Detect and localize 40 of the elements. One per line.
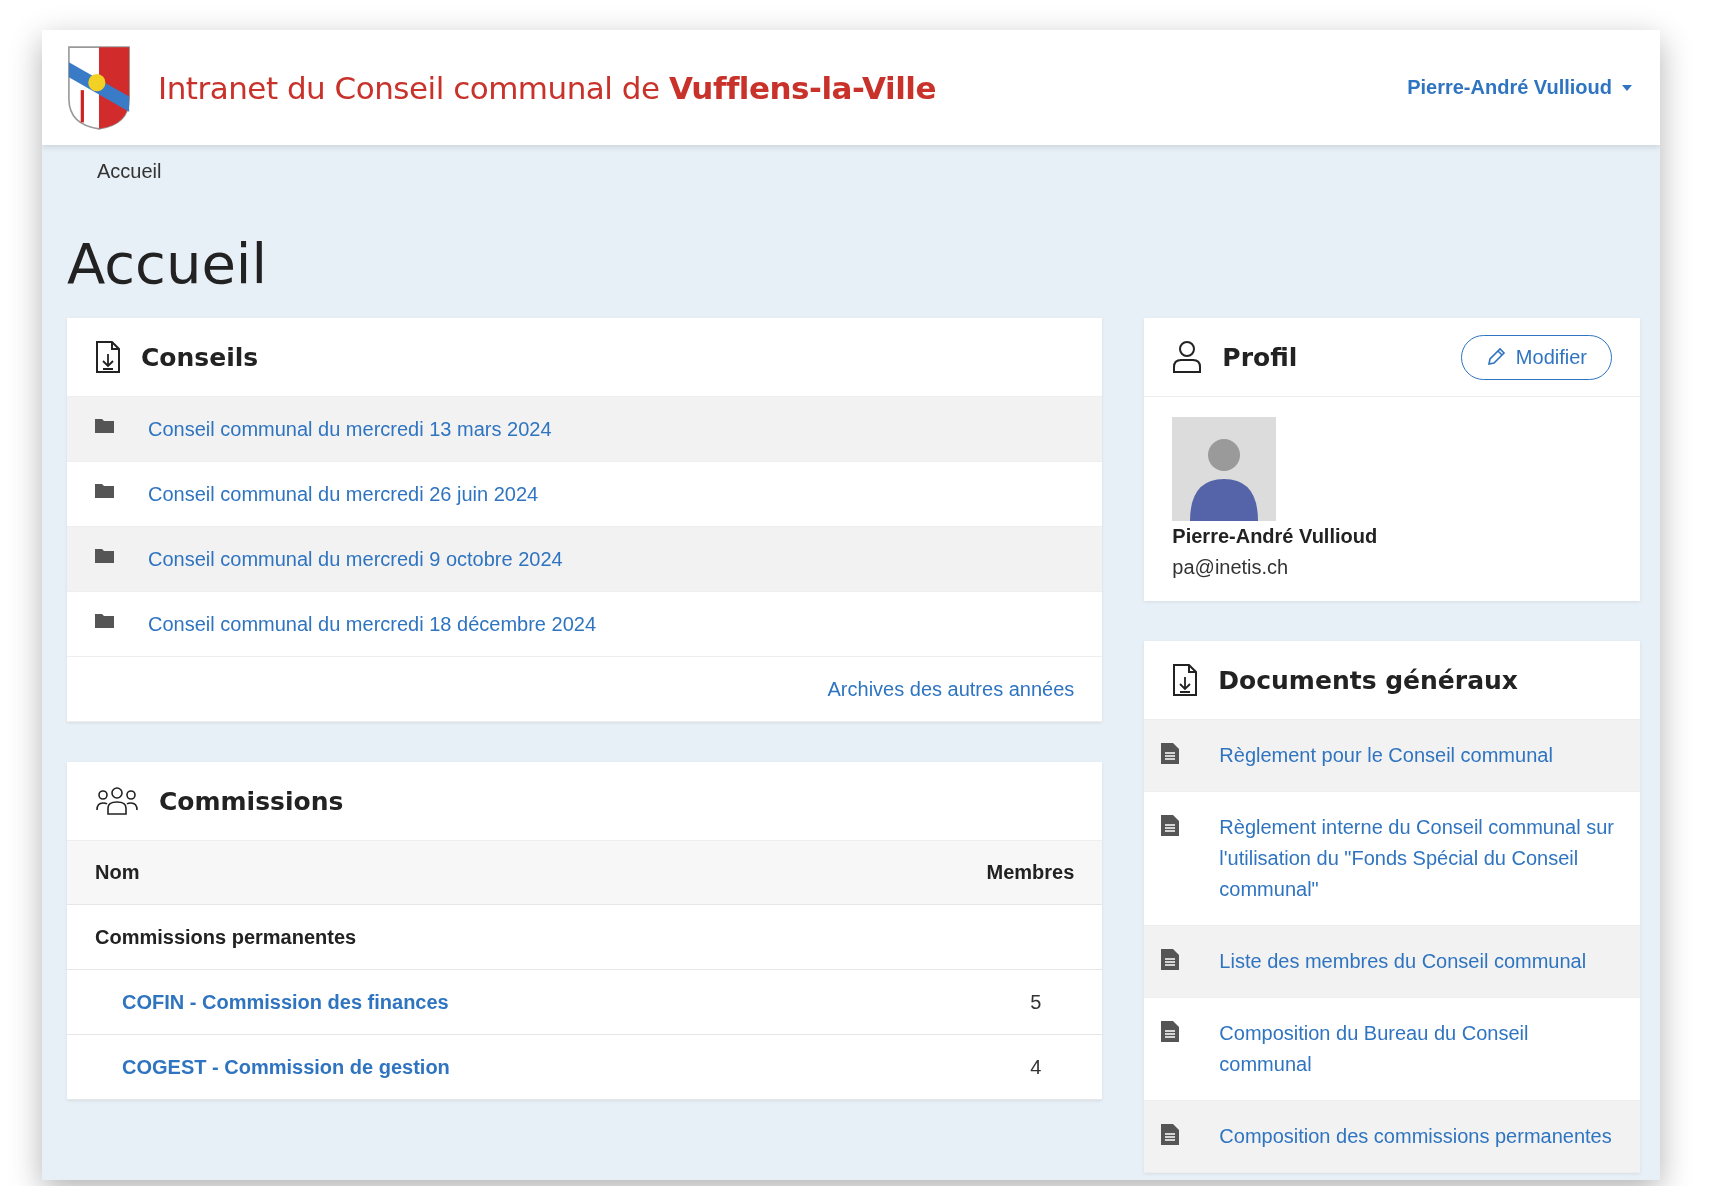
column-header: Membres [986, 861, 1075, 884]
site-title: Intranet du Conseil communal de Vufflens-la-Ville [158, 69, 937, 106]
edit-button[interactable]: Modifier [1460, 334, 1612, 380]
document-link[interactable]: Règlement interne du Conseil communal sur l'utilisation du "Fonds Spécial du Conseil communal" [1219, 812, 1624, 905]
document-icon [1161, 815, 1180, 836]
archives-link[interactable]: Archives des autres années [827, 677, 1075, 701]
conseil-link[interactable]: Conseil communal du mercredi 9 octobre 2024 [148, 547, 563, 571]
column-header: Nom [95, 861, 140, 884]
member-count: 4 [1030, 1055, 1042, 1079]
folder-icon [95, 548, 114, 563]
card-title: Documents généraux [1218, 665, 1519, 695]
commission-link[interactable]: COGEST - Commission de gestion [122, 1055, 450, 1079]
document-icon [1161, 1021, 1180, 1042]
folder-icon [95, 483, 114, 498]
page-title: Accueil [67, 231, 268, 296]
file-download-icon [95, 340, 121, 374]
profile-name: Pierre-André Vullioud [1172, 525, 1379, 548]
document-icon [1161, 949, 1180, 970]
commission-link[interactable]: COFIN - Commission des finances [122, 990, 449, 1014]
breadcrumb-item[interactable]: Accueil [97, 159, 162, 183]
conseil-link[interactable]: Conseil communal du mercredi 18 décembre 2024 [148, 612, 596, 636]
profile-email: pa@inetis.ch [1172, 556, 1290, 579]
member-count: 5 [1030, 990, 1042, 1014]
document-link[interactable]: Composition du Bureau du Conseil communal [1219, 1018, 1624, 1080]
document-icon [1161, 1124, 1180, 1145]
folder-icon [95, 613, 114, 628]
people-group-icon [95, 786, 139, 816]
conseil-link[interactable]: Conseil communal du mercredi 13 mars 2024 [148, 417, 552, 441]
card-title: Conseils [141, 342, 260, 372]
user-icon [1172, 340, 1203, 374]
folder-icon [95, 418, 114, 433]
pencil-icon [1485, 347, 1506, 367]
conseil-link[interactable]: Conseil communal du mercredi 26 juin 2024 [148, 482, 539, 506]
user-menu[interactable]: Pierre-André Vullioud [1407, 76, 1632, 99]
card-title: Commissions [159, 786, 345, 816]
group-heading: Commissions permanentes [95, 925, 357, 949]
document-icon [1161, 743, 1180, 764]
caret-icon [1622, 84, 1632, 91]
card-title: Profil [1222, 342, 1299, 372]
file-download-icon [1172, 663, 1199, 697]
